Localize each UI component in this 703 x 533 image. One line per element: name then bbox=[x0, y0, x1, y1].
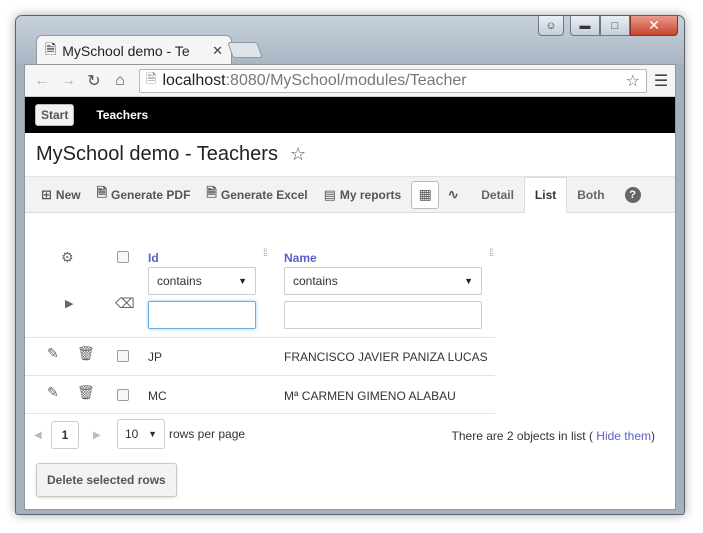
start-button[interactable]: Start bbox=[35, 104, 75, 126]
cell-id: MC bbox=[148, 389, 167, 403]
row-checkbox[interactable] bbox=[117, 350, 129, 362]
chevron-down-icon: ▼ bbox=[464, 276, 473, 286]
tab-list[interactable]: List bbox=[523, 176, 568, 213]
maximize-button[interactable]: □ bbox=[600, 16, 630, 36]
close-window-button[interactable]: ✕ bbox=[630, 16, 678, 36]
close-paren: ) bbox=[651, 429, 655, 443]
gear-icon[interactable]: ⚙ bbox=[61, 249, 74, 266]
pager: ◀ 1 ▶ 10 ▼ rows per page There are 2 obj… bbox=[25, 419, 675, 449]
url-path: :8080/MySchool/modules/Teacher bbox=[225, 71, 467, 89]
cell-name: FRANCISCO JAVIER PANIZA LUCAS bbox=[284, 350, 488, 364]
tab-detail[interactable]: Detail bbox=[471, 177, 524, 213]
pdf-file-icon: 🗎 bbox=[96, 184, 108, 200]
page-number-button[interactable]: 1 bbox=[51, 421, 79, 449]
trash-icon[interactable]: 🗑 bbox=[77, 345, 95, 362]
grid-view-icon[interactable]: ▦ bbox=[411, 180, 440, 209]
select-all-checkbox[interactable] bbox=[117, 251, 129, 263]
row-divider bbox=[25, 413, 495, 414]
browser-tab[interactable]: 🗎 MySchool demo - Te ✕ bbox=[36, 35, 232, 65]
bookmark-star-icon[interactable]: ☆ bbox=[626, 71, 640, 91]
new-label: New bbox=[55, 187, 81, 202]
rows-per-page-select[interactable]: 10 ▼ bbox=[117, 419, 165, 449]
chevron-down-icon: ▼ bbox=[238, 276, 247, 286]
row-checkbox[interactable] bbox=[117, 389, 129, 401]
tab-both[interactable]: Both bbox=[567, 177, 614, 213]
id-filter-operator-value: contains bbox=[157, 274, 202, 288]
hide-them-link[interactable]: Hide them bbox=[596, 429, 651, 443]
app-topbar: Start Teachers bbox=[25, 97, 675, 133]
browser-window: ☺ ▬ □ ✕ 🗎 MySchool demo - Te ✕ ← → ↻ ⌂ 🗎… bbox=[15, 15, 685, 515]
back-icon[interactable]: ← bbox=[31, 70, 53, 92]
cell-name: Mª CARMEN GIMENO ALABAU bbox=[284, 389, 456, 403]
reload-icon[interactable]: ↻ bbox=[83, 70, 105, 92]
url-host: localhost bbox=[162, 71, 226, 89]
column-resize-handle[interactable]: ⁞⁞ bbox=[263, 249, 269, 259]
browser-menu-icon[interactable]: ☰ bbox=[653, 71, 669, 91]
page-title: MySchool demo - Teachers bbox=[36, 143, 278, 165]
close-tab-icon[interactable]: ✕ bbox=[212, 43, 223, 59]
name-filter-operator-select[interactable]: contains ▼ bbox=[284, 267, 482, 295]
page-icon: 🗎 bbox=[45, 40, 57, 57]
cell-id: JP bbox=[148, 350, 163, 364]
object-count-text: There are 2 objects in list ( Hide them) bbox=[452, 429, 655, 443]
home-icon[interactable]: ⌂ bbox=[109, 70, 131, 92]
my-reports-button[interactable]: ▤ My reports bbox=[324, 187, 402, 203]
new-button[interactable]: ⊞ New bbox=[41, 187, 81, 203]
minimize-button[interactable]: ▬ bbox=[570, 16, 600, 36]
generate-excel-label: Generate Excel bbox=[220, 187, 308, 202]
rows-per-page-value: 10 bbox=[125, 427, 139, 441]
page-info-icon: 🗎 bbox=[146, 70, 157, 86]
row-divider bbox=[25, 375, 495, 376]
column-resize-handle[interactable]: ⁞⁞ bbox=[489, 249, 495, 259]
browser-viewport: ← → ↻ ⌂ 🗎 localhost:8080/MySchool/module… bbox=[24, 64, 676, 510]
generate-excel-button[interactable]: 🗎 Generate Excel bbox=[206, 184, 307, 206]
play-filter-icon[interactable]: ▶ bbox=[65, 297, 73, 310]
eraser-icon[interactable]: ⌫ bbox=[115, 295, 135, 312]
pencil-icon[interactable]: ✎ bbox=[47, 345, 59, 362]
window-controls: ☺ ▬ □ ✕ bbox=[538, 16, 678, 38]
help-icon[interactable]: ? bbox=[624, 186, 641, 203]
page-heading: MySchool demo - Teachers ☆ bbox=[25, 133, 675, 177]
new-tab-button[interactable] bbox=[227, 42, 263, 58]
name-filter-input[interactable] bbox=[284, 301, 482, 329]
generate-pdf-label: Generate PDF bbox=[111, 187, 191, 202]
row-divider bbox=[25, 337, 495, 338]
id-filter-operator-select[interactable]: contains ▼ bbox=[148, 267, 256, 295]
trash-icon[interactable]: 🗑 bbox=[77, 384, 95, 401]
next-page-icon[interactable]: ▶ bbox=[93, 430, 101, 441]
delete-selected-rows-button[interactable]: Delete selected rows bbox=[36, 463, 177, 497]
object-count-label: There are 2 objects in list ( bbox=[451, 429, 593, 443]
forward-icon[interactable]: → bbox=[57, 70, 79, 92]
my-reports-label: My reports bbox=[339, 187, 402, 202]
column-header-name[interactable]: Name bbox=[284, 251, 317, 265]
pencil-icon[interactable]: ✎ bbox=[47, 384, 59, 401]
favorite-star-icon[interactable]: ☆ bbox=[290, 144, 306, 165]
teachers-module-link[interactable]: Teachers bbox=[96, 108, 148, 122]
browser-navbar: ← → ↻ ⌂ 🗎 localhost:8080/MySchool/module… bbox=[25, 65, 675, 97]
name-filter-operator-value: contains bbox=[293, 274, 338, 288]
window-titlebar: ☺ ▬ □ ✕ 🗎 MySchool demo - Te ✕ bbox=[16, 16, 684, 65]
module-toolbar: ⊞ New 🗎 Generate PDF 🗎 Generate Excel ▤ My r… bbox=[25, 176, 675, 213]
profile-icon[interactable]: ☺ bbox=[538, 16, 564, 36]
generate-pdf-button[interactable]: 🗎 Generate PDF bbox=[97, 184, 191, 206]
chart-view-icon[interactable]: ∿ bbox=[439, 181, 467, 209]
column-header-id[interactable]: Id bbox=[148, 251, 159, 265]
excel-file-icon: 🗎 bbox=[206, 184, 217, 200]
tab-title: MySchool demo - Te bbox=[62, 42, 190, 59]
previous-page-icon[interactable]: ◀ bbox=[34, 430, 42, 441]
plus-square-icon: ⊞ bbox=[41, 186, 52, 202]
reports-icon: ▤ bbox=[323, 186, 336, 202]
chevron-down-icon: ▼ bbox=[148, 429, 157, 439]
id-filter-input[interactable] bbox=[148, 301, 256, 329]
rows-per-page-label: rows per page bbox=[169, 427, 246, 441]
address-bar[interactable]: 🗎 localhost:8080/MySchool/modules/Teache… bbox=[139, 68, 647, 93]
